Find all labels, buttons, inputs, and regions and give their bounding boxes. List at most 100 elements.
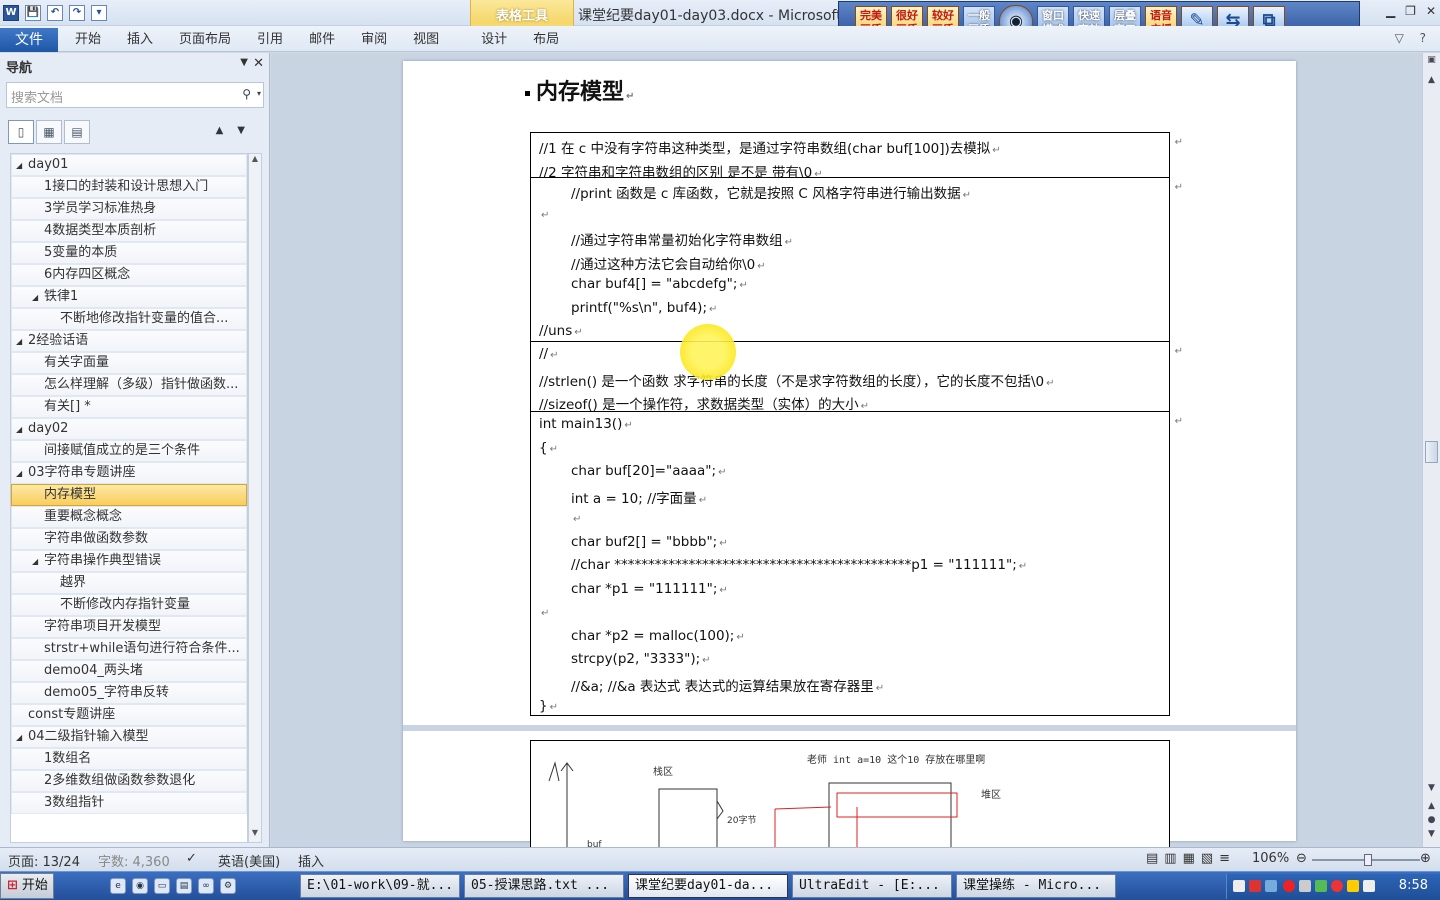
nav-close-icon[interactable]: ✕	[253, 56, 264, 71]
scroll-up-icon[interactable]: ▲	[1423, 75, 1440, 85]
taskbar-item-explorer[interactable]: E:\01-work\09-就...	[300, 874, 460, 898]
insert-mode[interactable]: 插入	[298, 851, 324, 870]
expand-triangle-icon[interactable]: ◢	[32, 552, 44, 571]
tray-icon[interactable]	[1347, 880, 1359, 892]
nav-tree-item[interactable]: 内存模型	[11, 484, 247, 506]
start-button[interactable]: ⊞ 开始	[0, 873, 54, 899]
word-count[interactable]: 字数: 4,360	[98, 851, 170, 870]
nav-tree-item[interactable]: strstr+while语句进行符合条件...	[11, 638, 247, 660]
tab-review[interactable]: 审阅	[348, 26, 400, 52]
tab-mailings[interactable]: 邮件	[296, 26, 348, 52]
tray-icon[interactable]	[1265, 880, 1277, 892]
tray-icon[interactable]	[1299, 880, 1311, 892]
nav-tree-item[interactable]: 3数组指针	[11, 792, 247, 814]
browse-object-icon[interactable]: ●	[1423, 815, 1440, 825]
tray-icon[interactable]	[1331, 880, 1343, 892]
taskbar-item-word[interactable]: 课堂纪要day01-da...	[628, 874, 788, 898]
ruler-toggle-icon[interactable]: ▣	[1423, 55, 1440, 65]
ribbon-help-icon[interactable]: ▽ ?	[1395, 31, 1432, 45]
tray-icon[interactable]	[1315, 880, 1327, 892]
nav-tree-item[interactable]: 有关[] *	[11, 396, 247, 418]
expand-triangle-icon[interactable]: ◢	[16, 156, 28, 175]
zoom-slider[interactable]	[1312, 854, 1420, 866]
nav-tree-item[interactable]: 越界	[11, 572, 247, 594]
nav-tree-item[interactable]: 3学员学习标准热身	[11, 198, 247, 220]
nav-scrollbar[interactable]: ▲ ▼	[248, 153, 262, 843]
customize-toolbar-icon[interactable]: ▾	[91, 5, 107, 21]
nav-tree-item[interactable]: demo05_字符串反转	[11, 682, 247, 704]
tab-references[interactable]: 引用	[244, 26, 296, 52]
search-icon[interactable]: ⚲	[242, 87, 251, 101]
page-count[interactable]: 页面: 13/24	[8, 851, 80, 870]
tray-icon[interactable]	[1363, 880, 1375, 892]
save-icon[interactable]: 💾	[25, 5, 41, 21]
nav-tree-item[interactable]: 2多维数组做函数参数退化	[11, 770, 247, 792]
nav-tree-item[interactable]: 字符串项目开发模型	[11, 616, 247, 638]
tab-page-layout[interactable]: 页面布局	[166, 26, 244, 52]
previous-page-icon[interactable]: ▲	[1423, 801, 1440, 811]
scroll-thumb[interactable]	[1425, 441, 1438, 463]
nav-tree-item[interactable]: ◢ 2经验话语	[11, 330, 247, 352]
scroll-down-icon[interactable]: ▼	[249, 828, 261, 842]
zoom-level[interactable]: 106%	[1252, 851, 1289, 866]
next-page-icon[interactable]: ▼	[1423, 829, 1440, 839]
expand-triangle-icon[interactable]: ◢	[16, 728, 28, 747]
headings-view-icon[interactable]: ▯	[8, 120, 34, 144]
nav-tree-item[interactable]: 有关字面量	[11, 352, 247, 374]
document-page[interactable]: 内存模型 ↵ //1 在 c 中没有字符串这种类型，是通过字符串数组(char b…	[403, 61, 1296, 847]
redo-icon[interactable]: ↷	[69, 5, 85, 21]
nav-tree-item[interactable]: ◢ day02	[11, 418, 247, 440]
tab-file[interactable]: 文件	[0, 28, 58, 52]
nav-tree-item[interactable]: ◢ 04二级指针输入模型	[11, 726, 247, 748]
tab-layout[interactable]: 布局	[520, 26, 572, 52]
nav-tree-item[interactable]: 怎么样理解（多级）指针做函数...	[11, 374, 247, 396]
nav-tree-item[interactable]: 间接赋值成立的是三个条件	[11, 440, 247, 462]
search-options-icon[interactable]: ▾	[257, 89, 261, 98]
ie-icon[interactable]: e	[110, 878, 126, 894]
tab-home[interactable]: 开始	[62, 26, 114, 52]
table-cell[interactable]: //↵//strlen() 是一个函数 求字符串的长度（不是求字符数组的长度），…	[530, 342, 1183, 413]
taskbar-item-notepad[interactable]: 05-授课思路.txt ...	[464, 874, 624, 898]
table-cell[interactable]: //1 在 c 中没有字符串这种类型，是通过字符串数组(char buf[100…	[530, 132, 1183, 181]
nav-options-icon[interactable]: ▼	[240, 57, 248, 68]
tab-design[interactable]: 设计	[468, 26, 520, 52]
zoom-in-icon[interactable]: ⊕	[1420, 851, 1431, 866]
expand-triangle-icon[interactable]: ◢	[32, 288, 44, 307]
tool-icon[interactable]: ⚙	[220, 878, 236, 894]
nav-tree-item[interactable]: ◢ 铁律1	[11, 286, 247, 308]
taskbar-item-vs[interactable]: 课堂操练 - Micro...	[956, 874, 1116, 898]
vertical-scrollbar[interactable]: ▣ ▲ ▼ ▲ ● ▼	[1422, 53, 1440, 847]
firefox-icon[interactable]: ◉	[132, 878, 148, 894]
tray-icon[interactable]	[1283, 880, 1295, 892]
nav-tree-item[interactable]: const专题讲座	[11, 704, 247, 726]
minimize-button[interactable]: ▁	[1386, 4, 1395, 18]
app-icon[interactable]: ∞	[198, 878, 214, 894]
nav-tree-item[interactable]: ◢ 字符串操作典型错误	[11, 550, 247, 572]
tray-icon[interactable]	[1249, 880, 1261, 892]
tab-view[interactable]: 视图	[400, 26, 452, 52]
expand-triangle-icon[interactable]: ◢	[16, 332, 28, 351]
taskbar-item-ultraedit[interactable]: UltraEdit - [E:...	[792, 874, 952, 898]
expand-triangle-icon[interactable]: ◢	[16, 420, 28, 439]
maximize-button[interactable]: ❐	[1405, 4, 1416, 18]
scroll-down-icon[interactable]: ▼	[1423, 783, 1440, 793]
nav-tree-item[interactable]: ◢ 03字符串专题讲座	[11, 462, 247, 484]
nav-tree-item[interactable]: 5变量的本质	[11, 242, 247, 264]
table-cell[interactable]: //print 函数是 c 库函数，它就是按照 C 风格字符串进行输出数据 ↵ ↵ /…	[530, 178, 1183, 342]
nav-tree-item[interactable]: 1接口的封装和设计思想入门	[11, 176, 247, 198]
view-mode-icons[interactable]: ▤▥▦▧≡	[1146, 851, 1236, 866]
undo-icon[interactable]: ↶	[47, 5, 63, 21]
scroll-up-icon[interactable]: ▲	[249, 154, 261, 168]
word-app-icon[interactable]: W	[3, 5, 19, 21]
pages-view-icon[interactable]: ▦	[36, 120, 62, 144]
desktop-icon[interactable]: ▭	[154, 878, 170, 894]
nav-tree-item[interactable]: 不断修改内存指针变量	[11, 594, 247, 616]
nav-tree-item[interactable]: 不断地修改指针变量的值合...	[11, 308, 247, 330]
nav-tree-item[interactable]: 1数组名	[11, 748, 247, 770]
tab-insert[interactable]: 插入	[114, 26, 166, 52]
nav-tree-item[interactable]: demo04_两头堵	[11, 660, 247, 682]
zoom-slider-knob[interactable]	[1364, 854, 1372, 866]
nav-tree-item[interactable]: 6内存四区概念	[11, 264, 247, 286]
nav-prev-next-icon[interactable]: ▲▼	[216, 125, 259, 136]
results-view-icon[interactable]: ▤	[64, 120, 90, 144]
